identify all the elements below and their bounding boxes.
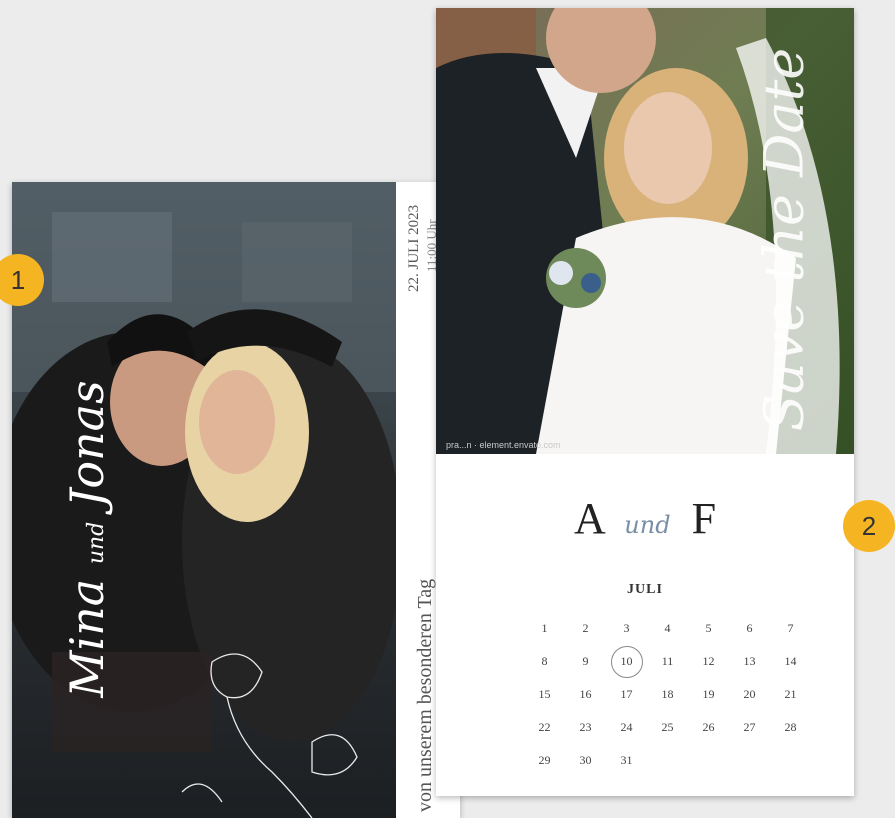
calendar-month: JULI: [627, 582, 663, 597]
calendar-day: 26: [702, 720, 715, 734]
calendar-day: 20: [743, 687, 756, 701]
couple-photo-2: Save the Date pra...n · element.envato.c…: [436, 8, 854, 454]
calendar-day: 29: [538, 753, 551, 767]
couple-names-script: Mina und Jonas: [60, 324, 114, 754]
name-one: Mina: [60, 578, 114, 698]
calendar-day: 12: [702, 654, 715, 668]
calendar-day: 1: [541, 621, 548, 635]
calendar-grid: 1 2 3 4 5 6 7 8 9 10 11 12 13 14 15 16 17 18 19 20 21 22 23 24 2…: [524, 612, 811, 777]
calendar-day: 23: [579, 720, 592, 734]
calendar-day: 6: [746, 621, 753, 635]
calendar-day: 28: [784, 720, 797, 734]
calendar-day: 24: [620, 720, 633, 734]
monogram-left: A: [573, 494, 604, 543]
monogram-right: F: [691, 494, 717, 543]
calendar-day: 14: [784, 654, 797, 668]
calendar-day: 9: [582, 654, 589, 668]
calendar-day: 27: [743, 720, 756, 734]
calendar-day: 22: [538, 720, 551, 734]
calendar-day: 21: [784, 687, 797, 701]
calendar-day: 4: [664, 621, 671, 635]
calendar-day: 3: [623, 621, 630, 635]
calendar-day: 17: [620, 687, 633, 701]
calendar-day: 30: [579, 753, 592, 767]
calendar-day: 16: [579, 687, 592, 701]
calendar-day: 18: [661, 687, 674, 701]
calendar-day: 25: [661, 720, 674, 734]
calendar-day: 7: [787, 621, 794, 635]
names-and: und: [84, 521, 109, 565]
name-two: Jonas: [60, 380, 114, 508]
calendar-day: 19: [702, 687, 715, 701]
tagline: von unserem besonderen Tag: [414, 578, 436, 812]
monogram-and: und: [624, 511, 671, 539]
calendar-day: 2: [582, 621, 589, 635]
event-date: 22. JULI 2023: [406, 204, 422, 292]
photo-credit: pra...n · element.envato.com: [446, 440, 561, 450]
monogram: A und F: [436, 493, 854, 544]
calendar-day: 13: [743, 654, 756, 668]
calendar-day: 31: [620, 753, 633, 767]
calendar-day: 5: [705, 621, 712, 635]
calendar-day: 8: [541, 654, 548, 668]
save-the-date-script: Save the Date: [752, 47, 816, 432]
couple-photo-1: Mina und Jonas: [12, 182, 396, 818]
invitation-card-2: Save the Date pra...n · element.envato.c…: [436, 8, 854, 796]
calendar-day: 11: [661, 654, 674, 668]
number-badge-2: 2: [843, 500, 895, 552]
calendar-day: 10: [606, 645, 647, 678]
calendar-day: 15: [538, 687, 551, 701]
invitation-card-1: Mina und Jonas 22. JULI 2023 11:00 Uhr v…: [12, 182, 460, 818]
